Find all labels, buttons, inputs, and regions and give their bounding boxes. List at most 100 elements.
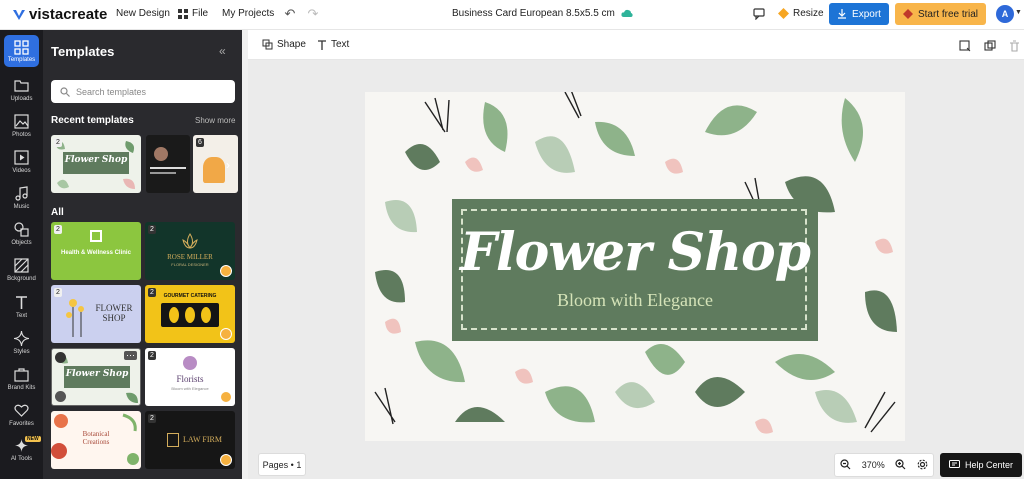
chevron-down-icon[interactable]: ▼ [1015, 9, 1022, 16]
zoom-out-icon[interactable] [840, 458, 851, 472]
rail-item-objects[interactable]: Objects [0, 222, 43, 246]
logo-text: vistacreate [29, 6, 108, 23]
card-title[interactable]: Flower Shop [452, 222, 818, 283]
template-title: Botanical Creations [82, 430, 110, 446]
recent-templates-title: Recent templates [51, 115, 134, 126]
cloud-saved-icon [621, 9, 633, 17]
zoom-in-icon[interactable] [895, 458, 906, 472]
rail-item-favorites[interactable]: Favorites [0, 403, 43, 427]
rail-item-uploads[interactable]: Uploads [0, 78, 43, 102]
comment-icon[interactable] [752, 7, 766, 21]
template-count-badge: 2 [148, 414, 156, 423]
template-count-badge: 2 [54, 138, 62, 147]
new-design-link[interactable]: New Design [116, 8, 170, 19]
text-tool[interactable]: Text [317, 39, 349, 50]
rail-item-templates[interactable]: Templates [0, 35, 43, 67]
premium-crown-icon [220, 454, 232, 466]
heart-icon [14, 404, 29, 417]
search-input[interactable]: Search templates [51, 80, 235, 103]
rail-label: Music [13, 204, 30, 210]
premium-crown-icon [220, 391, 232, 403]
start-free-trial-label: Start free trial [917, 8, 979, 20]
collapse-panel-icon[interactable]: « [219, 44, 226, 58]
template-florists[interactable]: Florists Bloom with Elegance 2 [145, 348, 235, 406]
download-icon [838, 9, 847, 19]
rail-label: Favorites [9, 421, 34, 427]
document-title-text: Business Card European 8.5x5.5 cm [452, 8, 615, 19]
document-title[interactable]: Business Card European 8.5x5.5 cm [452, 8, 633, 19]
canvas-toolbar: Shape Text [248, 30, 1024, 60]
top-bar: vistacreate New Design File My Projects … [0, 0, 1024, 30]
chevron-right-icon[interactable]: › [226, 158, 230, 172]
diamond-icon [902, 9, 913, 19]
rail-label: Styles [13, 349, 30, 355]
text-icon [318, 39, 326, 50]
add-page-icon[interactable] [958, 39, 972, 53]
recent-template-flower-shop[interactable]: Flower Shop 2 [51, 135, 141, 193]
settings-gear-icon[interactable] [917, 459, 928, 472]
logo[interactable]: vistacreate [12, 6, 107, 23]
rail-item-background[interactable]: Bckground [0, 258, 43, 282]
resize-label: Resize [793, 8, 824, 19]
shape-label: Shape [277, 39, 306, 50]
show-more-link[interactable]: Show more [195, 116, 235, 125]
recent-template-2[interactable] [146, 135, 190, 193]
premium-crown-icon [220, 265, 232, 277]
avatar[interactable]: A [996, 5, 1014, 23]
template-law-firm[interactable]: LAW FIRM 2 [145, 411, 235, 469]
export-label: Export [852, 8, 881, 20]
template-title: Flower Shop [65, 369, 129, 379]
left-rail: Templates Uploads Photos Videos Music Ob… [0, 30, 43, 479]
template-rose-miller[interactable]: ROSE MILLER FLORAL DESIGNER 2 [145, 222, 235, 280]
rail-item-text[interactable]: Text [0, 295, 43, 319]
undo-icon[interactable]: ↶ [283, 6, 297, 21]
zoom-preview-icon[interactable] [55, 352, 66, 363]
rail-label: Videos [12, 168, 31, 174]
rail-item-videos[interactable]: Videos [0, 150, 43, 174]
thumb-label: Flower Shop [64, 155, 128, 165]
template-botanical-creations[interactable]: Botanical Creations [51, 411, 141, 469]
rail-item-photos[interactable]: Photos [0, 114, 43, 138]
template-title: Health & Wellness Clinic [61, 250, 131, 256]
rail-label: Brand Kits [7, 385, 36, 391]
shape-tool[interactable]: Shape [262, 39, 306, 50]
template-flower-shop-purple[interactable]: FLOWER SHOP 2 [51, 285, 141, 343]
more-options-icon[interactable]: ⋯ [124, 351, 137, 360]
zoom-controls: 370% [834, 453, 934, 477]
heart-icon[interactable] [55, 391, 66, 402]
help-center-button[interactable]: Help Center [940, 453, 1022, 477]
rail-label: Objects [11, 240, 32, 246]
duplicate-icon[interactable] [983, 39, 997, 53]
templates-panel: Templates « Search templates Recent temp… [43, 30, 242, 479]
resize-button[interactable]: Resize [778, 8, 824, 19]
zoom-level[interactable]: 370% [862, 460, 885, 470]
start-free-trial-button[interactable]: Start free trial [895, 3, 986, 25]
grid-icon [178, 8, 188, 19]
template-count-badge: 2 [148, 288, 156, 297]
rail-label: AI Tools [10, 456, 33, 462]
redo-icon[interactable]: ↷ [306, 6, 320, 21]
trash-icon[interactable] [1007, 39, 1021, 53]
my-projects-link[interactable]: My Projects [222, 8, 274, 19]
rail-label: Photos [12, 132, 31, 138]
template-count-badge: 2 [54, 225, 62, 234]
export-button[interactable]: Export [829, 3, 889, 25]
briefcase-icon [14, 368, 29, 382]
help-center-label: Help Center [964, 460, 1014, 470]
template-health-clinic[interactable]: Health & Wellness Clinic 2 [51, 222, 141, 280]
template-title: ROSE MILLER [167, 253, 213, 261]
template-gourmet-catering[interactable]: GOURMET CATERING 2 [145, 285, 235, 343]
file-menu[interactable]: File [178, 8, 208, 19]
folder-icon [14, 80, 29, 92]
rail-item-brand-kits[interactable]: Brand Kits [0, 367, 43, 391]
rail-item-ai-tools[interactable]: NEW AI Tools [0, 436, 43, 462]
rail-item-styles[interactable]: Styles [0, 331, 43, 355]
template-title: GOURMET CATERING [163, 293, 217, 299]
templates-icon [14, 39, 29, 55]
card-subtitle[interactable]: Bloom with Elegance [452, 290, 818, 311]
recent-template-3[interactable]: 6 [193, 135, 238, 193]
rail-item-music[interactable]: Music [0, 186, 43, 210]
pages-button[interactable]: Pages • 1 [258, 453, 306, 476]
template-flower-shop-hover[interactable]: Flower Shop ⋯ [51, 348, 141, 406]
sparkle-icon [14, 331, 29, 346]
